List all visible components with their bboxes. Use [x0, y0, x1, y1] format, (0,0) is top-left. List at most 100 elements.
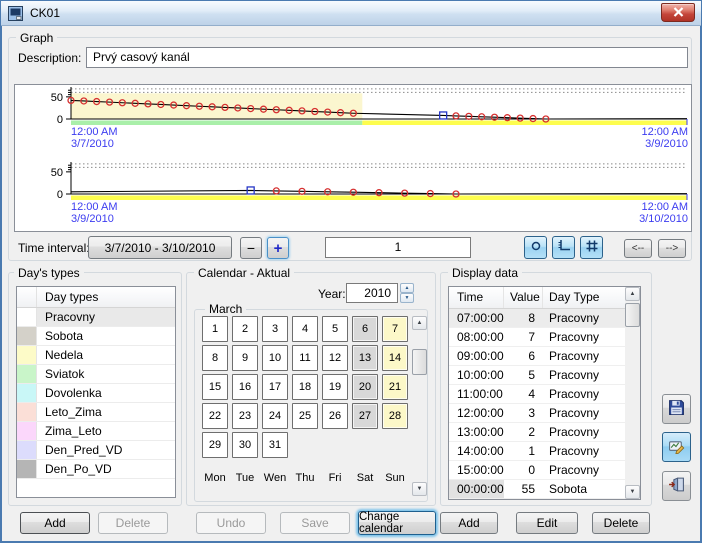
display-data-row[interactable]: 14:00:001Pracovny: [449, 442, 625, 461]
zoom-out-button[interactable]: −: [240, 237, 262, 259]
show-markers-toggle[interactable]: [524, 236, 547, 259]
weekday-label-sun: Sun: [380, 472, 410, 484]
display-data-row[interactable]: 12:00:003Pracovny: [449, 404, 625, 423]
day-type-row[interactable]: Zima_Leto: [17, 422, 175, 441]
show-grid-toggle[interactable]: [580, 236, 603, 259]
display-data-row[interactable]: 09:00:006Pracovny: [449, 347, 625, 366]
weekday-label-tue: Tue: [230, 472, 260, 484]
day-types-list[interactable]: Day types PracovnySobotaNedelaSviatokDov…: [16, 286, 176, 498]
day-type-delete-button[interactable]: Delete: [98, 512, 168, 534]
display-data-row[interactable]: 07:00:008Pracovny: [449, 309, 625, 328]
titlebar[interactable]: CK01: [1, 1, 701, 26]
show-axes-toggle[interactable]: [552, 236, 575, 259]
close-button[interactable]: [661, 3, 695, 22]
display-data-row[interactable]: 00:00:0055Sobota: [449, 480, 625, 499]
display-data-row[interactable]: 11:00:004Pracovny: [449, 385, 625, 404]
day-type-row[interactable]: Sviatok: [17, 365, 175, 384]
display-data-row[interactable]: 15:00:000Pracovny: [449, 461, 625, 480]
calendar-day-11[interactable]: 11: [292, 345, 318, 371]
calendar-day-7[interactable]: 7: [382, 316, 408, 342]
calendar-day-31[interactable]: 31: [262, 432, 288, 458]
scroll-down-icon[interactable]: ▼: [625, 485, 640, 499]
calendar-day-5[interactable]: 5: [322, 316, 348, 342]
calendar-day-23[interactable]: 23: [232, 403, 258, 429]
calendar-day-15[interactable]: 15: [202, 374, 228, 400]
chart-card-pencil-icon: [668, 437, 685, 457]
calendar-day-24[interactable]: 24: [262, 403, 288, 429]
scrollbar-thumb[interactable]: [412, 349, 427, 375]
scroll-down-icon[interactable]: ▼: [412, 482, 427, 496]
upper-time-channel-chart[interactable]: 050: [15, 85, 691, 125]
display-data-scrollbar[interactable]: ▲ ▼: [625, 287, 640, 499]
exit-button[interactable]: [662, 471, 691, 501]
day-type-row[interactable]: Pracovny: [17, 308, 175, 327]
calendar-group-label: Calendar - Aktual: [194, 266, 294, 280]
lower-time-channel-chart[interactable]: 050: [15, 160, 691, 200]
color-column-header: [17, 287, 37, 307]
calendar-day-20[interactable]: 20: [352, 374, 378, 400]
scroll-right-button[interactable]: -->: [658, 239, 686, 258]
scroll-up-icon[interactable]: ▲: [412, 316, 427, 330]
interval-value-input[interactable]: 1: [325, 237, 471, 258]
calendar-day-17[interactable]: 17: [262, 374, 288, 400]
calendar-day-25[interactable]: 25: [292, 403, 318, 429]
day-type-row[interactable]: Den_Pred_VD: [17, 441, 175, 460]
scroll-left-button[interactable]: <--: [624, 239, 652, 258]
time-range-button[interactable]: 3/7/2010 - 3/10/2010: [88, 236, 232, 259]
calendar-scrollbar[interactable]: ▲ ▼: [412, 316, 427, 496]
display-data-edit-button[interactable]: Edit: [516, 512, 578, 534]
day-type-row[interactable]: Leto_Zima: [17, 403, 175, 422]
calendar-day-6[interactable]: 6: [352, 316, 378, 342]
day-type-row[interactable]: Sobota: [17, 327, 175, 346]
value-cell: 6: [504, 347, 543, 365]
display-data-add-button[interactable]: Add: [440, 512, 498, 534]
calendar-undo-button[interactable]: Undo: [196, 512, 266, 534]
save-file-button[interactable]: [662, 394, 691, 424]
calendar-day-22[interactable]: 22: [202, 403, 228, 429]
display-data-row[interactable]: 10:00:005Pracovny: [449, 366, 625, 385]
value-cell: 2: [504, 423, 543, 441]
calendar-day-28[interactable]: 28: [382, 403, 408, 429]
calendar-day-4[interactable]: 4: [292, 316, 318, 342]
calendar-day-10[interactable]: 10: [262, 345, 288, 371]
calendar-day-12[interactable]: 12: [322, 345, 348, 371]
calendar-day-8[interactable]: 8: [202, 345, 228, 371]
graph-group-label: Graph: [16, 31, 57, 45]
calendar-day-27[interactable]: 27: [352, 403, 378, 429]
display-data-delete-button[interactable]: Delete: [592, 512, 650, 534]
day-type-row[interactable]: Dovolenka: [17, 384, 175, 403]
year-up-spinner[interactable]: ▲: [400, 283, 414, 293]
calendar-day-29[interactable]: 29: [202, 432, 228, 458]
scroll-up-icon[interactable]: ▲: [625, 287, 640, 301]
calendar-day-3[interactable]: 3: [262, 316, 288, 342]
calendar-day-18[interactable]: 18: [292, 374, 318, 400]
calendar-day-21[interactable]: 21: [382, 374, 408, 400]
day-type-row[interactable]: Den_Po_VD: [17, 460, 175, 479]
svg-text:0: 0: [57, 114, 63, 125]
circle-marker-icon: [529, 239, 543, 256]
year-input[interactable]: 2010: [346, 283, 398, 303]
calendar-day-16[interactable]: 16: [232, 374, 258, 400]
change-calendar-button[interactable]: Change calendar: [358, 511, 436, 535]
zoom-in-button[interactable]: +: [267, 237, 289, 259]
calendar-day-1[interactable]: 1: [202, 316, 228, 342]
calendar-save-button[interactable]: Save: [280, 512, 350, 534]
calendar-day-9[interactable]: 9: [232, 345, 258, 371]
display-data-row[interactable]: 08:00:007Pracovny: [449, 328, 625, 347]
calendar-day-2[interactable]: 2: [232, 316, 258, 342]
day-type-row[interactable]: Nedela: [17, 346, 175, 365]
calendar-day-13[interactable]: 13: [352, 345, 378, 371]
display-data-table[interactable]: Time Value Day Type 07:00:008Pracovny08:…: [448, 286, 641, 500]
display-data-row[interactable]: 13:00:002Pracovny: [449, 423, 625, 442]
time-cell: 09:00:00: [449, 347, 504, 365]
calendar-day-26[interactable]: 26: [322, 403, 348, 429]
day-type-add-button[interactable]: Add: [20, 512, 90, 534]
description-label: Description:: [18, 51, 81, 65]
edit-graph-button[interactable]: [662, 432, 691, 462]
scrollbar-thumb[interactable]: [625, 303, 640, 327]
calendar-day-30[interactable]: 30: [232, 432, 258, 458]
calendar-day-14[interactable]: 14: [382, 345, 408, 371]
description-field[interactable]: Prvý casový kanál: [86, 47, 688, 68]
year-down-spinner[interactable]: ▼: [400, 293, 414, 303]
calendar-day-19[interactable]: 19: [322, 374, 348, 400]
